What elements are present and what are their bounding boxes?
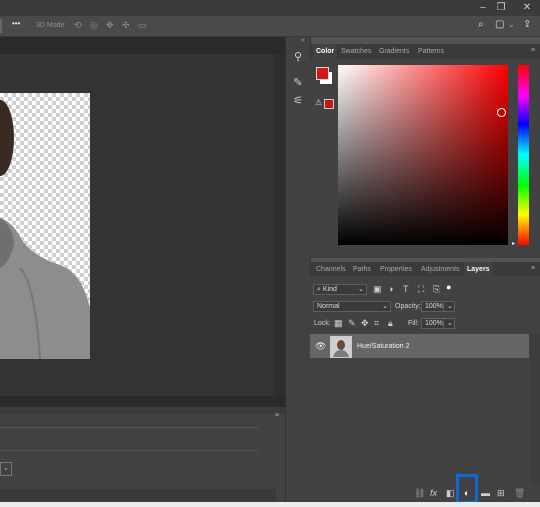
layers-scrollbar[interactable] <box>530 334 540 484</box>
opacity-label: Opacity: <box>395 303 421 310</box>
panel-menu-icon[interactable]: ≡ <box>531 47 535 54</box>
hue-slider[interactable] <box>518 65 529 245</box>
gamut-color-swatch[interactable] <box>324 99 334 109</box>
adjustments-icon[interactable]: ⚟ <box>289 93 307 109</box>
tab-gradients[interactable]: Gradients <box>376 44 412 59</box>
options-bar: ••• 3D Mode: ⟲ ◎ ✥ ✣ ▭ ⌕ ▢ ⌄ ⇪ <box>0 16 540 37</box>
lock-artboard-icon[interactable]: ⌗ <box>374 318 379 329</box>
search-icon[interactable]: ⌕ <box>478 19 484 30</box>
status-bar <box>0 502 540 507</box>
tab-paths[interactable]: Paths <box>350 262 374 277</box>
minimize-icon[interactable]: – <box>476 2 490 14</box>
restore-icon[interactable]: ❐ <box>494 2 508 14</box>
shape-layer-filter-icon[interactable]: ⛶ <box>418 284 424 295</box>
chevron-down-icon[interactable]: ⌄ <box>0 462 12 476</box>
new-layer-icon[interactable]: ⊞ <box>497 488 505 499</box>
color-picker-field[interactable] <box>338 65 508 245</box>
lock-transparency-icon[interactable]: ▦ <box>334 318 343 329</box>
layer-thumbnail[interactable] <box>330 336 352 358</box>
lock-label: Lock: <box>314 320 331 327</box>
type-layer-filter-icon[interactable]: T <box>403 284 409 294</box>
tab-channels[interactable]: Channels <box>313 262 349 277</box>
tab-color[interactable]: Color <box>313 44 338 59</box>
workspace-icon[interactable]: ▢ <box>495 19 504 30</box>
link-layers-icon[interactable]: ⛓ <box>414 488 425 499</box>
portrait-image <box>0 100 90 359</box>
lower-panel-footer <box>0 489 276 501</box>
3d-roll-icon[interactable]: ◎ <box>90 20 98 31</box>
add-layer-style-button[interactable]: fx <box>430 488 437 498</box>
fill-dropdown[interactable]: ⌄ <box>443 318 455 329</box>
title-bar: – ❐ ✕ <box>0 0 540 16</box>
close-icon[interactable]: ✕ <box>520 2 534 14</box>
3d-mode-label: 3D Mode: <box>36 22 67 29</box>
delete-layer-icon[interactable]: 🗑︎ <box>514 488 525 499</box>
3d-slide-icon[interactable]: ✣ <box>122 20 130 31</box>
image-canvas[interactable] <box>0 93 90 359</box>
hue-slider-handle[interactable]: ▸ <box>512 240 515 247</box>
3d-orbit-icon[interactable]: ⟲ <box>74 20 82 31</box>
tab-properties[interactable]: Properties <box>377 262 415 277</box>
eye-visibility-icon[interactable]: 👁︎ <box>315 341 326 352</box>
filter-kind-select[interactable]: ⌕ Kind ⌄ <box>313 284 367 295</box>
panel-menu-icon[interactable]: ≡ <box>531 265 535 272</box>
color-picker-cursor[interactable] <box>497 108 506 117</box>
warning-icon: ⚠ <box>315 98 323 107</box>
tab-swatches[interactable]: Swatches <box>338 44 374 59</box>
lock-image-pixels-icon[interactable]: ✎ <box>348 318 356 329</box>
layers-panel-tabs: Channels Paths Properties Adjustments La… <box>310 262 540 277</box>
opacity-dropdown[interactable]: ⌄ <box>443 301 455 312</box>
lower-panel-header <box>0 407 285 414</box>
filter-toggle-icon[interactable]: ● <box>446 282 451 292</box>
color-panel-tabs: Color Swatches Gradients Patterns ≡ <box>310 44 540 59</box>
3d-pan-icon[interactable]: ✥ <box>106 20 114 31</box>
chevron-down-icon[interactable]: ⌄ <box>508 20 515 29</box>
more-options-button[interactable]: ••• <box>12 19 20 28</box>
blend-mode-value: Normal <box>317 303 340 310</box>
3d-video-icon[interactable]: ▭ <box>138 20 147 31</box>
adjustment-layer-filter-icon[interactable]: ◑ <box>388 284 393 294</box>
new-group-icon[interactable]: ▬ <box>481 488 490 498</box>
foreground-color-swatch[interactable] <box>316 67 329 80</box>
filter-kind-value: Kind <box>322 286 337 293</box>
collapse-icon[interactable]: « <box>301 37 305 44</box>
tab-adjustments[interactable]: Adjustments <box>418 262 463 277</box>
share-icon[interactable]: ⇪ <box>523 19 531 30</box>
vertical-scrollbar[interactable] <box>274 54 285 396</box>
tab-patterns[interactable]: Patterns <box>415 44 447 59</box>
lower-panel-row <box>0 427 258 451</box>
panel-menu-icon[interactable]: ≡ <box>275 412 279 419</box>
lower-panel: ≡ ⌄ <box>0 407 285 502</box>
smart-object-filter-icon[interactable]: ⎘ <box>433 284 440 295</box>
blend-mode-select[interactable]: Normal ⌄ <box>313 301 391 312</box>
lock-all-icon[interactable]: 🔒︎ <box>388 318 393 329</box>
divider <box>0 19 2 33</box>
layers-panel: Channels Paths Properties Adjustments La… <box>310 262 540 502</box>
panel-icons-column: « ⚲ ✎ ⚟ <box>285 37 311 502</box>
chevron-down-icon: ⌄ <box>358 286 364 293</box>
layers-bottom-bar: ⛓ fx ◧ ◐ ▬ ⊞ 🗑︎ <box>310 486 540 502</box>
history-brush-icon[interactable]: ⚲ <box>289 49 307 65</box>
pixel-layer-filter-icon[interactable]: ▣ <box>373 284 382 295</box>
highlight-box <box>456 474 478 504</box>
chevron-down-icon: ⌄ <box>382 303 388 310</box>
add-mask-icon[interactable]: ◧ <box>446 488 455 499</box>
tab-layers[interactable]: Layers <box>464 262 493 277</box>
layer-name[interactable]: Hue/Saturation 2 <box>357 343 410 350</box>
portrait-thumbnail-icon <box>331 337 351 357</box>
fill-label: Fill: <box>408 320 419 327</box>
lock-position-icon[interactable]: ✥ <box>361 318 369 329</box>
brush-icon[interactable]: ✎ <box>289 75 307 91</box>
